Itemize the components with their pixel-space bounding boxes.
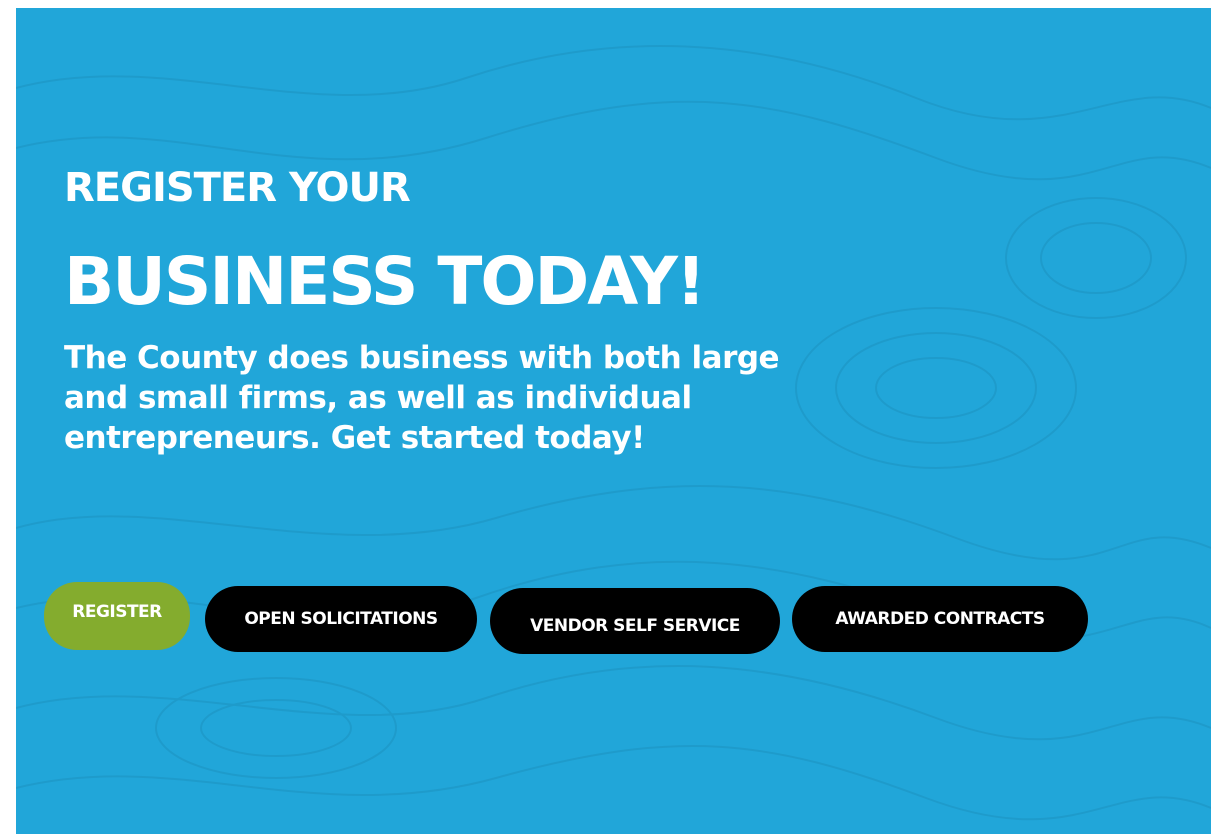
heading-line-2: BUSINESS TODAY!	[64, 243, 706, 320]
vendor-self-service-button-label: VENDOR SELF SERVICE	[530, 616, 740, 636]
hero-banner: REGISTER YOUR BUSINESS TODAY! The County…	[16, 8, 1211, 834]
intro-text: The County does business with both large…	[64, 340, 780, 456]
heading-line-1: REGISTER YOUR	[64, 165, 411, 211]
awarded-contracts-button-label: AWARDED CONTRACTS	[835, 609, 1045, 629]
vendor-self-service-button[interactable]: VENDOR SELF SERVICE	[490, 588, 780, 654]
open-solicitations-button[interactable]: OPEN SOLICITATIONS	[205, 586, 477, 652]
awarded-contracts-button[interactable]: AWARDED CONTRACTS	[792, 586, 1088, 652]
register-button[interactable]: REGISTER	[44, 582, 190, 650]
register-button-label: REGISTER	[72, 602, 162, 622]
open-solicitations-button-label: OPEN SOLICITATIONS	[244, 609, 438, 629]
